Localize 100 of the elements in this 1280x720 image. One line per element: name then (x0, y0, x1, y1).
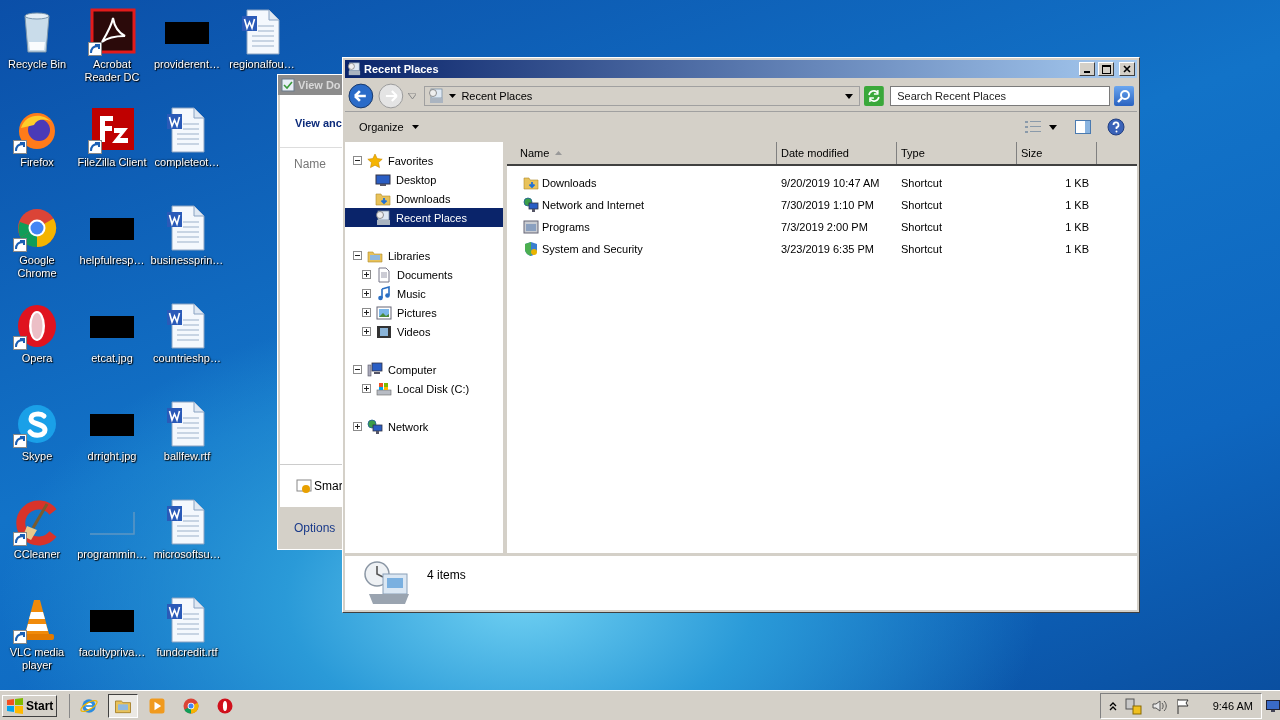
start-button[interactable]: Start (2, 694, 58, 717)
navigation-item[interactable]: Music (345, 284, 503, 303)
show-desktop-icon[interactable] (1266, 699, 1280, 712)
file-name[interactable]: Network and Internet (542, 199, 645, 211)
icon-label[interactable]: businessprin… (150, 254, 224, 267)
icon-label[interactable]: etcat.jpg (91, 352, 133, 365)
file-name[interactable]: Downloads (542, 177, 597, 189)
icon-label[interactable]: fundcredit.rtf (156, 646, 218, 659)
icon-label[interactable]: FileZilla Client (77, 156, 147, 169)
window-heading: View anc (295, 117, 342, 129)
expand-toggle-icon[interactable] (362, 308, 371, 317)
icon-label[interactable]: Acrobat Reader DC (75, 58, 149, 84)
film-strip-icon (376, 323, 392, 340)
icon-label[interactable]: CCleaner (13, 548, 61, 561)
file-size: 1 KB (1065, 221, 1089, 233)
navigation-item[interactable]: Documents (345, 265, 503, 284)
file-type: Shortcut (901, 243, 942, 255)
icon-label[interactable]: ballfew.rtf (163, 450, 211, 463)
clock[interactable]: 9:46 AM (1212, 699, 1253, 712)
recent-places-icon (347, 62, 361, 76)
show-hidden-icons-icon[interactable] (1108, 700, 1117, 711)
column-header[interactable]: Name (507, 142, 777, 164)
collapse-toggle-icon[interactable] (353, 251, 362, 260)
column-header[interactable]: Name (294, 157, 326, 171)
star-icon (367, 152, 383, 169)
icon-label[interactable]: facultypriva… (78, 646, 146, 659)
navigation-item[interactable]: Favorites (345, 151, 503, 170)
icon-label[interactable]: Google Chrome (0, 254, 74, 280)
column-header[interactable]: Type (897, 142, 1017, 164)
icon-label[interactable]: Opera (21, 352, 53, 365)
window-icon (281, 78, 295, 92)
caret-icon (449, 94, 457, 98)
preview-pane-icon[interactable] (1075, 120, 1091, 134)
flag-icon[interactable] (1174, 697, 1191, 714)
icon-label[interactable]: microsoftsu… (153, 548, 221, 561)
item-count: 4 items (427, 568, 466, 582)
navigation-item[interactable]: Network (345, 417, 503, 436)
close-button[interactable] (1119, 62, 1135, 76)
icon-label[interactable]: countrieshp… (153, 352, 221, 365)
collapse-toggle-icon[interactable] (353, 156, 362, 165)
icon-label[interactable]: completeot… (154, 156, 220, 169)
navigation-item[interactable]: Downloads (345, 189, 503, 208)
warning-window-icon (296, 478, 312, 494)
icon-label[interactable]: VLC media player (0, 646, 74, 672)
local-disk-icon (376, 380, 392, 397)
acrobat-icon (88, 8, 136, 56)
download-folder-icon (523, 175, 539, 191)
search-button[interactable] (1114, 86, 1134, 106)
navigation-item[interactable]: Recent Places (345, 208, 503, 227)
minimize-button[interactable] (1079, 62, 1095, 76)
icon-label[interactable]: Firefox (20, 156, 54, 169)
view-options-dropdown-icon[interactable] (1049, 124, 1057, 130)
network-icon (367, 418, 383, 435)
expand-toggle-icon[interactable] (362, 384, 371, 393)
icon-label[interactable]: programmin… (77, 548, 147, 561)
refresh-button[interactable] (864, 86, 885, 106)
navigation-item[interactable]: Local Disk (C:) (345, 379, 503, 398)
navigation-item[interactable]: Pictures (345, 303, 503, 322)
icon-label[interactable]: regionalfou… (229, 58, 295, 71)
address-bar[interactable]: Recent Places (424, 86, 861, 106)
programs-icon (523, 219, 539, 235)
expand-toggle-icon[interactable] (362, 327, 371, 336)
navigation-item[interactable]: Videos (345, 322, 503, 341)
search-icon (1117, 89, 1132, 103)
help-icon[interactable] (1107, 118, 1125, 136)
file-name[interactable]: System and Security (542, 243, 643, 255)
organize-menu-button[interactable]: Organize (357, 119, 421, 135)
collapse-toggle-icon[interactable] (353, 365, 362, 374)
list-item[interactable]: Smar (314, 479, 343, 493)
download-folder-icon (375, 190, 391, 207)
expand-toggle-icon[interactable] (362, 289, 371, 298)
maximize-icon (1101, 64, 1111, 74)
options-link[interactable]: Options (294, 521, 336, 535)
window-title: Recent Places (364, 63, 440, 75)
expand-toggle-icon[interactable] (362, 270, 371, 279)
file-type: Shortcut (901, 177, 942, 189)
column-header[interactable]: Size (1017, 142, 1097, 164)
maximize-button[interactable] (1098, 62, 1114, 76)
document-library-icon (376, 266, 392, 283)
shield-icon (523, 241, 539, 257)
date-modified: 9/20/2019 10:47 AM (781, 177, 880, 189)
navigation-item[interactable]: Computer (345, 360, 503, 379)
expand-toggle-icon[interactable] (353, 422, 362, 431)
icon-label[interactable]: drright.jpg (87, 450, 137, 463)
icon-label[interactable]: providerent… (153, 58, 220, 71)
navigation-item[interactable]: Desktop (345, 170, 503, 189)
column-header[interactable]: Date modified (777, 142, 897, 164)
file-size: 1 KB (1065, 243, 1089, 255)
file-name[interactable]: Programs (542, 221, 590, 233)
navigation-item[interactable]: Libraries (345, 246, 503, 265)
search-field[interactable]: Search Recent Places (890, 86, 1111, 106)
recent-places-icon (375, 209, 391, 226)
speaker-icon[interactable] (1150, 697, 1167, 714)
icon-label[interactable]: Recycle Bin (7, 58, 67, 71)
icon-label[interactable]: Skype (21, 450, 53, 463)
computer-icon (367, 361, 383, 378)
icon-label[interactable]: helpfulresp… (79, 254, 145, 267)
recent-places-icon (428, 88, 445, 104)
back-button[interactable] (348, 83, 374, 109)
taskbar-button[interactable] (108, 693, 139, 718)
